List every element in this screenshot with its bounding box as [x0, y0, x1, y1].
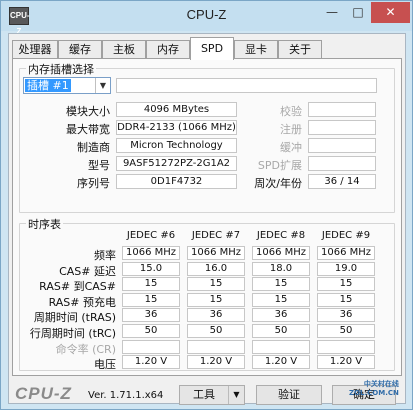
timings-group-title: 时序表 [26, 216, 63, 232]
timing-cell: 15.0 [122, 261, 180, 276]
registered-label: 注册 [280, 123, 302, 136]
timing-cell: 15 [122, 277, 180, 292]
timing-cell: 16.0 [187, 261, 245, 276]
timing-cell: 1066 MHz [187, 246, 245, 260]
spd-ext-label: SPD扩展 [257, 159, 302, 172]
tab-graphics[interactable]: 显卡 [234, 40, 278, 59]
timing-row-label: 周期时间 (tRAS) [33, 311, 116, 325]
slot-group-title: 内存插槽选择 [26, 61, 96, 77]
timing-cell: 15 [187, 292, 245, 307]
spd-panel: 内存插槽选择 插槽 #1 ▼ 模块大小 4096 MBytes 最大带宽 DDR… [12, 58, 402, 376]
part-number-label: 型号 [88, 159, 110, 172]
timing-cell: 15 [317, 292, 375, 307]
buffered-value [308, 138, 376, 153]
tab-memory[interactable]: 内存 [146, 40, 190, 59]
serial-number-label: 序列号 [77, 177, 110, 190]
timing-column-header: JEDEC #7 [191, 230, 241, 241]
slot-select[interactable]: 插槽 #1 ▼ [23, 77, 111, 94]
timing-cell: 36 [122, 308, 180, 323]
slot-select-value: 插槽 #1 [25, 79, 71, 92]
timing-cell: 15 [187, 277, 245, 292]
chevron-down-icon[interactable]: ▼ [95, 78, 110, 93]
timing-cell [252, 339, 310, 354]
tab-processor[interactable]: 处理器 [12, 40, 58, 59]
timing-row-label: 命令率 (CR) [55, 342, 116, 356]
version-label: Ver. 1.71.1.x64 [88, 390, 164, 401]
module-size-label: 模块大小 [66, 105, 110, 118]
timing-column-header: JEDEC #9 [321, 230, 371, 241]
tab-bar: 处理器 缓存 主板 内存 SPD 显卡 关于 [9, 37, 405, 60]
client-area: 处理器 缓存 主板 内存 SPD 显卡 关于 内存插槽选择 插槽 #1 ▼ 模块… [8, 33, 406, 405]
timing-row-label: RAS# 到CAS# [39, 280, 116, 294]
close-button[interactable]: ✕ [371, 2, 410, 23]
timing-column-header: JEDEC #8 [256, 230, 306, 241]
watermark-line1: 中关村在线 [363, 380, 399, 388]
timing-cell: 15 [122, 292, 180, 307]
buffered-label: 缓冲 [280, 141, 302, 154]
tab-mainboard[interactable]: 主板 [102, 40, 146, 59]
timing-cell: 50 [122, 324, 180, 338]
timing-cell: 50 [187, 324, 245, 338]
timing-cell: 1066 MHz [317, 246, 375, 260]
timing-column-header: JEDEC #6 [126, 230, 176, 241]
title-bar[interactable]: CPU-Z CPU-Z — □ ✕ [1, 1, 412, 36]
timing-row-label: 电压 [94, 358, 116, 372]
timing-cell: 36 [252, 308, 310, 323]
timing-cell [187, 339, 245, 354]
timing-cell: 1.20 V [187, 355, 245, 370]
timing-cell: 15 [252, 277, 310, 292]
part-number-value: 9ASF51272PZ-2G1A2 [116, 156, 237, 171]
timing-cell: 36 [317, 308, 375, 323]
max-bandwidth-label: 最大带宽 [66, 123, 110, 136]
timings-group: 时序表 JEDEC #6 JEDEC #7 JEDEC #8 JEDEC #9 频率 10… [19, 216, 395, 372]
validate-button[interactable]: 验证 [256, 385, 322, 405]
module-size-value: 4096 MBytes [116, 102, 237, 117]
manufacturer-value: Micron Technology [116, 138, 237, 153]
correction-value [308, 102, 376, 117]
tab-spd[interactable]: SPD [190, 37, 234, 60]
timing-cell: 1.20 V [122, 355, 180, 370]
cpuz-logo: CPU-Z [15, 384, 72, 403]
timing-cell: 1066 MHz [252, 246, 310, 260]
timing-cell: 36 [187, 308, 245, 323]
timing-cell: 18.0 [252, 261, 310, 276]
timing-cell: 15 [317, 277, 375, 292]
timing-cell: 19.0 [317, 261, 375, 276]
timing-row-label: 频率 [94, 249, 116, 262]
timing-row-label: CAS# 延迟 [59, 264, 116, 278]
spd-ext-value [308, 156, 376, 171]
max-bandwidth-value: DDR4-2133 (1066 MHz) [116, 120, 237, 135]
chevron-down-icon[interactable]: ▼ [228, 386, 244, 404]
timing-cell: 15 [252, 292, 310, 307]
tools-button[interactable]: 工具 ▼ [179, 385, 245, 405]
zol-watermark: 中关村在线 ZOL.COM.CN [349, 380, 399, 398]
timing-cell: 1.20 V [252, 355, 310, 370]
tab-cache[interactable]: 缓存 [58, 40, 102, 59]
cpuz-window: CPU-Z CPU-Z — □ ✕ 处理器 缓存 主板 内存 SPD 显卡 关于… [0, 0, 413, 410]
timing-cell [122, 339, 180, 354]
timing-cell: 1.20 V [317, 355, 375, 370]
registered-value [308, 120, 376, 135]
maximize-button[interactable]: □ [345, 2, 371, 23]
tab-about[interactable]: 关于 [278, 40, 322, 59]
manufacturer-label: 制造商 [77, 141, 110, 154]
slot-selection-group: 内存插槽选择 插槽 #1 ▼ 模块大小 4096 MBytes 最大带宽 DDR… [19, 61, 395, 213]
timing-row-label: 行周期时间 (tRC) [29, 327, 116, 340]
week-year-value: 36 / 14 [308, 174, 376, 189]
tools-button-label: 工具 [193, 388, 215, 401]
correction-label: 校验 [280, 105, 302, 118]
week-year-label: 周次/年份 [254, 177, 302, 190]
watermark-line2: ZOL.COM.CN [349, 389, 399, 397]
timing-cell: 50 [252, 324, 310, 338]
serial-number-value: 0D1F4732 [116, 174, 237, 189]
minimize-button[interactable]: — [319, 2, 345, 23]
timing-row-label: RAS# 预充电 [48, 295, 116, 309]
memory-type-field [116, 78, 377, 93]
timing-cell [317, 339, 375, 354]
timing-cell: 50 [317, 324, 375, 338]
timing-cell: 1066 MHz [122, 246, 180, 260]
